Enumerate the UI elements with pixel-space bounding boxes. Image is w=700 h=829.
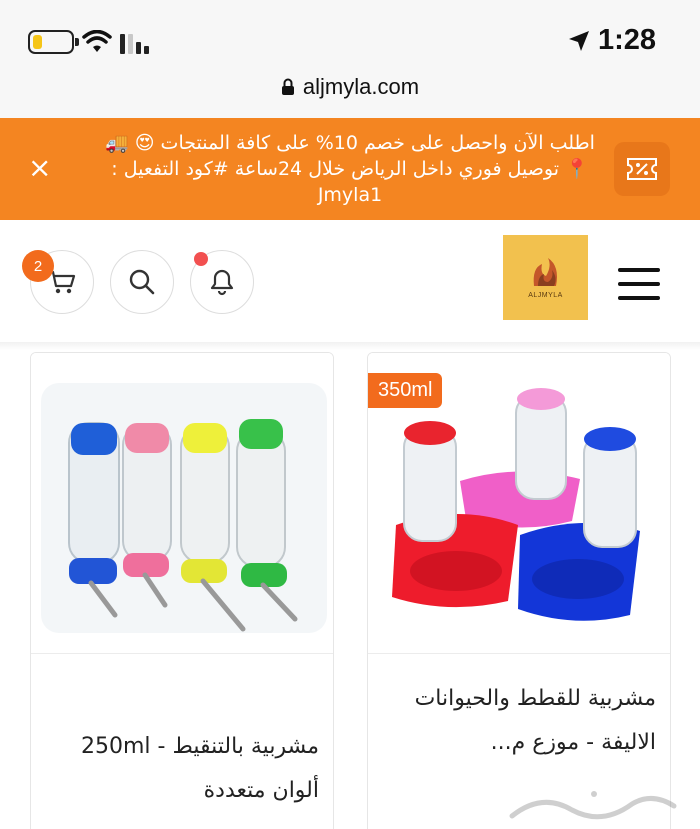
bell-icon [210,269,234,296]
cart-count-badge: 2 [22,250,54,282]
promo-text: اطلب الآن واحصل على خصم 10% على كافة الم… [105,132,595,206]
close-icon[interactable]: × [28,154,51,182]
location-arrow-icon [568,30,589,51]
site-header: 2 ALJMYLA [0,220,700,342]
product-title[interactable]: مشربية للقطط والحيوانات الاليفة - موزع م… [378,677,656,765]
pet-water-dispenser-image[interactable]: 350ml [368,353,670,653]
product-badge: 350ml [368,373,443,408]
site-logo[interactable]: ALJMYLA [503,235,588,320]
address-bar[interactable]: aljmyla.com [0,74,700,100]
header-shadow [0,342,700,350]
url-text: aljmyla.com [302,74,420,99]
product-card[interactable]: 350ml مشربية للقطط والحيوانات الاليفة - … [367,352,671,829]
clock-time: 1:28 [597,24,656,56]
logo-mark-icon [533,258,557,286]
product-title[interactable]: مشربية بالتنقيط - 250ml ألوان متعددة [41,725,319,813]
search-icon [129,269,155,295]
battery-icon [28,30,79,54]
drip-water-bottles-image[interactable] [31,353,333,653]
clock: 1:28 [568,24,656,57]
watermark-logo [502,786,682,826]
cell-signal-icon [120,34,149,54]
logo-text: ALJMYLA [528,292,563,299]
discount-coupon-icon [614,142,670,196]
menu-icon[interactable] [618,268,660,300]
promo-banner: × اطلب الآن واحصل على خصم 10% على كافة ا… [0,118,700,220]
card-divider [368,653,670,654]
notification-dot [194,252,208,266]
card-divider [31,653,333,654]
battery-level [33,35,42,49]
search-button[interactable] [110,250,174,314]
status-bar: 1:28 aljmyla.com [0,0,700,118]
product-card[interactable]: مشربية بالتنقيط - 250ml ألوان متعددة [30,352,334,829]
wifi-icon [82,30,112,52]
lock-icon [281,78,294,95]
